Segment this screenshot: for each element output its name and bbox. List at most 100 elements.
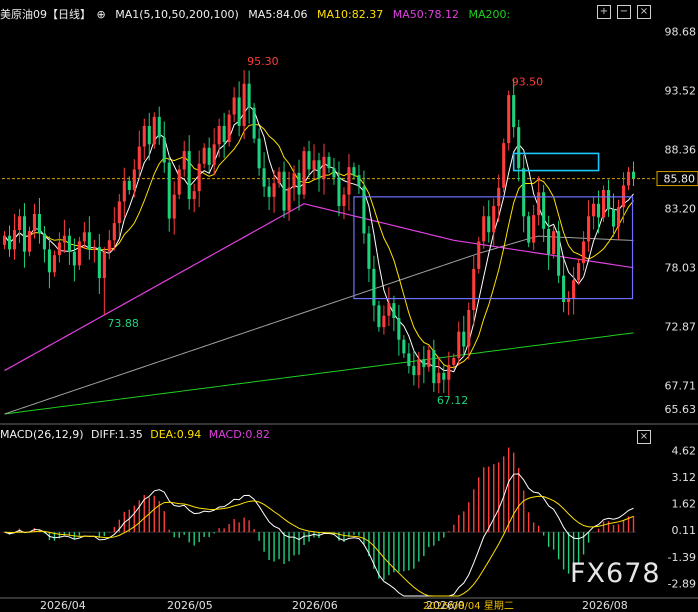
candle-body [92,247,96,250]
candle-body [287,187,291,211]
candle-body [227,114,231,142]
candle-body [347,167,351,195]
candle-body [312,160,316,170]
candle-body [317,160,321,179]
cursor-date: 2026/08/04 星期二 [423,601,514,612]
price-tick-label: 65.63 [665,403,697,416]
ma200-line [4,332,634,415]
candle-body [132,169,136,190]
price-tick-label: 83.20 [665,202,697,215]
candle-body [102,251,106,278]
price-tick-label: 78.03 [665,261,697,274]
candle-body [417,359,421,376]
candle-body [22,216,27,252]
candle-body [197,163,201,192]
candle-body [32,214,36,232]
candle-body [527,216,531,243]
time-axis-label: 2026/06 [292,599,338,611]
price-tick-label: 93.52 [665,84,697,97]
candle-body [7,235,12,250]
candle-body [192,191,196,200]
watermark: FX678 [570,558,661,589]
candle-body [587,216,591,242]
last-price-label: 85.80 [664,173,696,186]
candle-body [232,97,236,115]
candle-body [437,372,441,384]
candle-body [57,242,61,256]
candle-body [77,241,81,266]
candle-body [447,364,451,380]
candle-body [332,168,336,178]
candle-body [407,353,411,366]
candle-body [557,231,561,276]
candle-body [597,203,601,218]
candle-body [377,305,381,328]
candle-body [2,235,7,245]
candle-body [242,83,246,126]
macd-tick-label: -2.89 [668,577,696,590]
candle-body [467,310,471,347]
candle-body [432,350,436,384]
candle-body [42,233,46,250]
time-axis-label: 2026/04 [40,599,86,611]
extreme-annotation: 73.88 [107,317,139,330]
candle-body [616,207,621,227]
price-tick-label: 72.87 [665,320,697,333]
candle-body [362,186,366,234]
chart-window: 美原油09【日线】 ⊕ MA1(5,10,50,200,100) MA5:84.… [0,0,698,612]
candle-body [117,201,121,224]
candle-body [542,192,546,229]
price-tick-label: 98.68 [665,25,697,38]
candle-body [97,247,101,278]
candle-body [252,107,256,139]
candle-body [177,169,181,195]
candle-body [322,156,326,179]
candle-body [262,168,266,187]
candle-body [631,171,636,179]
candle-body [137,146,141,170]
candle-body [107,240,111,252]
candle-body [167,162,171,219]
candle-body [626,171,631,186]
extreme-annotation: 93.50 [512,76,544,89]
candle-body [452,358,456,365]
candle-body [282,171,286,211]
macd-tick-label: -1.39 [668,551,696,564]
candle-body [537,192,541,216]
candle-body [277,171,281,184]
candle-body [292,172,296,188]
candle-body [512,95,516,128]
candle-body [572,280,576,299]
candle-body [202,147,206,164]
macd-tick-label: 1.62 [672,497,697,510]
candle-body [247,83,251,108]
candle-body [422,359,426,368]
candle-body [457,331,461,358]
candle-body [37,214,41,234]
candle-body [217,126,221,145]
candle-body [302,151,306,195]
candle-body [212,144,216,165]
candle-body [267,186,271,197]
extreme-annotation: 95.30 [247,55,279,68]
candle-body [157,116,161,138]
price-tick-label: 88.36 [665,143,697,156]
candle-body [342,194,346,206]
candle-body [582,241,586,264]
candle-body [272,183,276,197]
candle-body [182,151,186,170]
candle-body [477,241,481,269]
candle-body [387,303,391,316]
candle-body [357,175,361,187]
candle-body [222,126,226,142]
candle-body [367,233,371,269]
candle-body [592,203,596,217]
candle-body [552,231,556,254]
candle-body [127,180,131,190]
candle-body [462,331,466,347]
candle-body [507,95,511,144]
candle-body [611,209,616,227]
candle-body [372,268,376,306]
time-axis-label: 2026/08 [582,599,628,611]
candle-body [257,138,261,169]
